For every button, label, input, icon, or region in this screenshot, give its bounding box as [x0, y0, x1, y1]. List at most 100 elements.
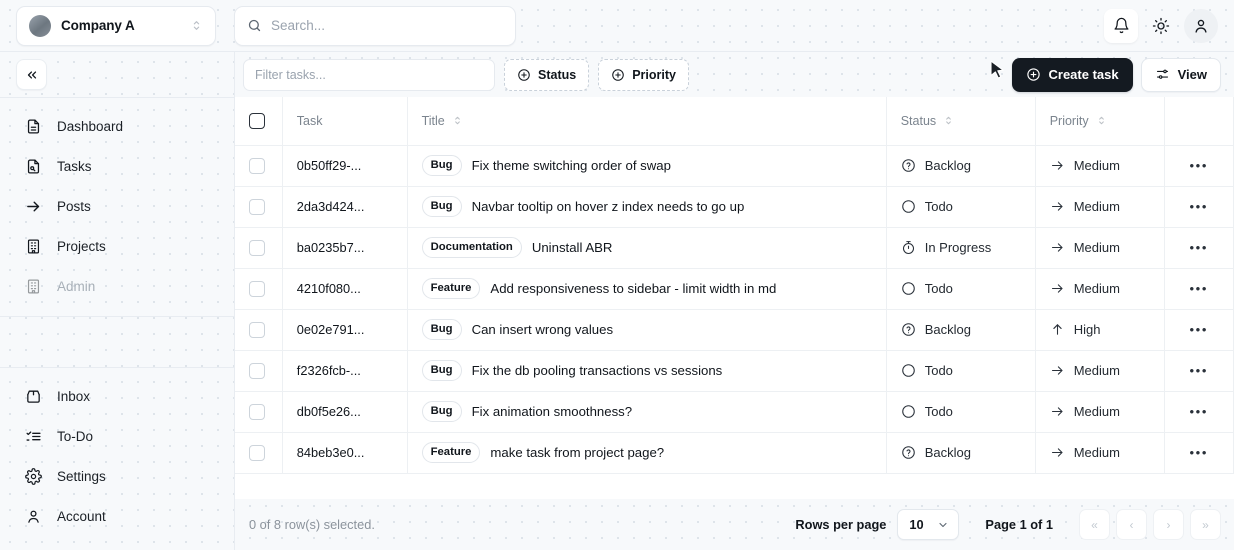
table-row[interactable]: 0b50ff29-... Bug Fix theme switching order… [235, 145, 1234, 187]
title-cell: Bug Fix animation smoothness? [407, 391, 887, 433]
row-select-checkbox[interactable] [249, 280, 265, 297]
task-type-badge: Bug [421, 318, 462, 341]
row-select-checkbox[interactable] [249, 157, 265, 174]
next-page-icon: › [1166, 517, 1171, 532]
sun-icon [1152, 17, 1170, 35]
title-cell: Bug Fix theme switching order of swap [407, 145, 887, 187]
arrow-right-icon [1050, 199, 1065, 214]
user-icon [1192, 17, 1210, 35]
sidebar-item-label: Admin [57, 278, 96, 294]
table-row[interactable]: ba0235b7... Documentation Uninstall ABR In … [235, 227, 1234, 269]
sidebar: Dashboard Tasks Posts Projects Admin Inb… [0, 52, 235, 550]
sidebar-item-dashboard[interactable]: Dashboard [0, 106, 234, 146]
filter-placeholder: Filter tasks... [255, 67, 326, 82]
sidebar-item-posts[interactable]: Posts [0, 186, 234, 226]
sidebar-item-label: Settings [57, 468, 106, 484]
row-select-checkbox[interactable] [249, 403, 265, 420]
arrow-right-icon [25, 198, 42, 215]
view-options-button[interactable]: View [1140, 57, 1221, 92]
filter-tasks-input[interactable]: Filter tasks... [243, 58, 495, 91]
sidebar-item-settings[interactable]: Settings [0, 456, 234, 496]
search-input[interactable]: Search... [234, 5, 516, 46]
row-actions-cell: ••• [1164, 432, 1234, 474]
column-label: Priority [1049, 113, 1089, 128]
column-header-priority[interactable]: Priority [1035, 97, 1165, 146]
company-avatar [29, 14, 51, 37]
column-header-status[interactable]: Status [886, 97, 1036, 146]
row-menu-button[interactable]: ••• [1179, 187, 1219, 227]
question-circle-icon [901, 445, 916, 460]
last-page-button[interactable]: » [1190, 509, 1221, 540]
notifications-button[interactable] [1104, 8, 1138, 43]
row-menu-button[interactable]: ••• [1179, 228, 1219, 268]
sidebar-item-inbox[interactable]: Inbox [0, 376, 234, 416]
status-label: Todo [924, 281, 953, 296]
status-label: Backlog [924, 322, 971, 337]
select-all-checkbox[interactable] [249, 112, 265, 129]
row-select-checkbox[interactable] [249, 198, 265, 215]
ellipsis-icon: ••• [1189, 363, 1208, 378]
title-cell: Documentation Uninstall ABR [407, 227, 887, 269]
sidebar-item-to-do[interactable]: To-Do [0, 416, 234, 456]
rows-per-page: Rows per page 10 [795, 509, 960, 540]
status-filter-button[interactable]: Status [504, 58, 590, 91]
row-select-checkbox[interactable] [249, 239, 265, 256]
column-header-title[interactable]: Title [407, 97, 887, 146]
task-id-cell: ba0235b7... [282, 227, 408, 269]
table-row[interactable]: 4210f080... Feature Add responsiveness to … [235, 268, 1234, 310]
status-cell: In Progress [886, 227, 1036, 269]
theme-toggle-button[interactable] [1144, 9, 1178, 43]
priority-label: Medium [1073, 158, 1120, 173]
task-id-cell: 0b50ff29-... [282, 145, 408, 187]
priority-cell: Medium [1035, 391, 1165, 433]
chevron-up-down-icon [452, 115, 463, 126]
row-menu-button[interactable]: ••• [1179, 392, 1219, 432]
row-menu-button[interactable]: ••• [1179, 433, 1219, 473]
task-id: db0f5e26... [296, 404, 361, 419]
sidebar-item-projects[interactable]: Projects [0, 226, 234, 266]
prev-page-button[interactable]: ‹ [1116, 509, 1147, 540]
file-code-icon [25, 158, 42, 175]
task-title: Can insert wrong values [471, 321, 614, 337]
pagination-controls: Rows per page 10 Page 1 of 1 « ‹ › » [795, 509, 1221, 540]
table-row[interactable]: 0e02e791... Bug Can insert wrong values Bac… [235, 309, 1234, 351]
user-icon [25, 508, 42, 525]
first-page-button[interactable]: « [1079, 509, 1110, 540]
priority-cell: Medium [1035, 268, 1165, 310]
next-page-button[interactable]: › [1153, 509, 1184, 540]
sidebar-item-account[interactable]: Account [0, 496, 234, 536]
account-button[interactable] [1184, 8, 1218, 43]
task-title: Fix theme switching order of swap [471, 157, 671, 173]
row-menu-button[interactable]: ••• [1179, 351, 1219, 391]
sidebar-collapse-button[interactable] [16, 59, 47, 90]
column-label: Status [900, 113, 937, 128]
row-select-checkbox[interactable] [249, 321, 265, 338]
row-menu-button[interactable]: ••• [1179, 146, 1219, 186]
sidebar-item-tasks[interactable]: Tasks [0, 146, 234, 186]
sidebar-item-label: To-Do [57, 428, 94, 444]
company-switcher[interactable]: Company A [16, 5, 216, 46]
table-row[interactable]: f2326fcb-... Bug Fix the db pooling transa… [235, 350, 1234, 392]
row-menu-button[interactable]: ••• [1179, 269, 1219, 309]
row-menu-button[interactable]: ••• [1179, 310, 1219, 350]
ellipsis-icon: ••• [1189, 445, 1208, 460]
task-title: Navbar tooltip on hover z index needs to… [471, 198, 745, 214]
priority-label: High [1073, 322, 1101, 337]
body: Dashboard Tasks Posts Projects Admin Inb… [0, 52, 1234, 550]
row-select-cell [235, 268, 283, 310]
rows-per-page-select[interactable]: 10 [897, 509, 960, 540]
row-select-checkbox[interactable] [249, 444, 265, 461]
sidebar-item-label: Posts [57, 198, 91, 214]
priority-filter-label: Priority [632, 67, 676, 82]
search-icon [247, 18, 262, 33]
row-actions-cell: ••• [1164, 186, 1234, 228]
table-row[interactable]: db0f5e26... Bug Fix animation smoothness? T… [235, 391, 1234, 433]
row-select-checkbox[interactable] [249, 362, 265, 379]
table-row[interactable]: 2da3d424... Bug Navbar tooltip on hover z … [235, 186, 1234, 228]
create-task-button[interactable]: Create task [1011, 57, 1133, 92]
task-title: Fix the db pooling transactions vs sessi… [471, 362, 723, 378]
priority-filter-button[interactable]: Priority [598, 58, 689, 91]
ellipsis-icon: ••• [1189, 240, 1208, 255]
table-row[interactable]: 84beb3e0... Feature make task from project… [235, 432, 1234, 474]
